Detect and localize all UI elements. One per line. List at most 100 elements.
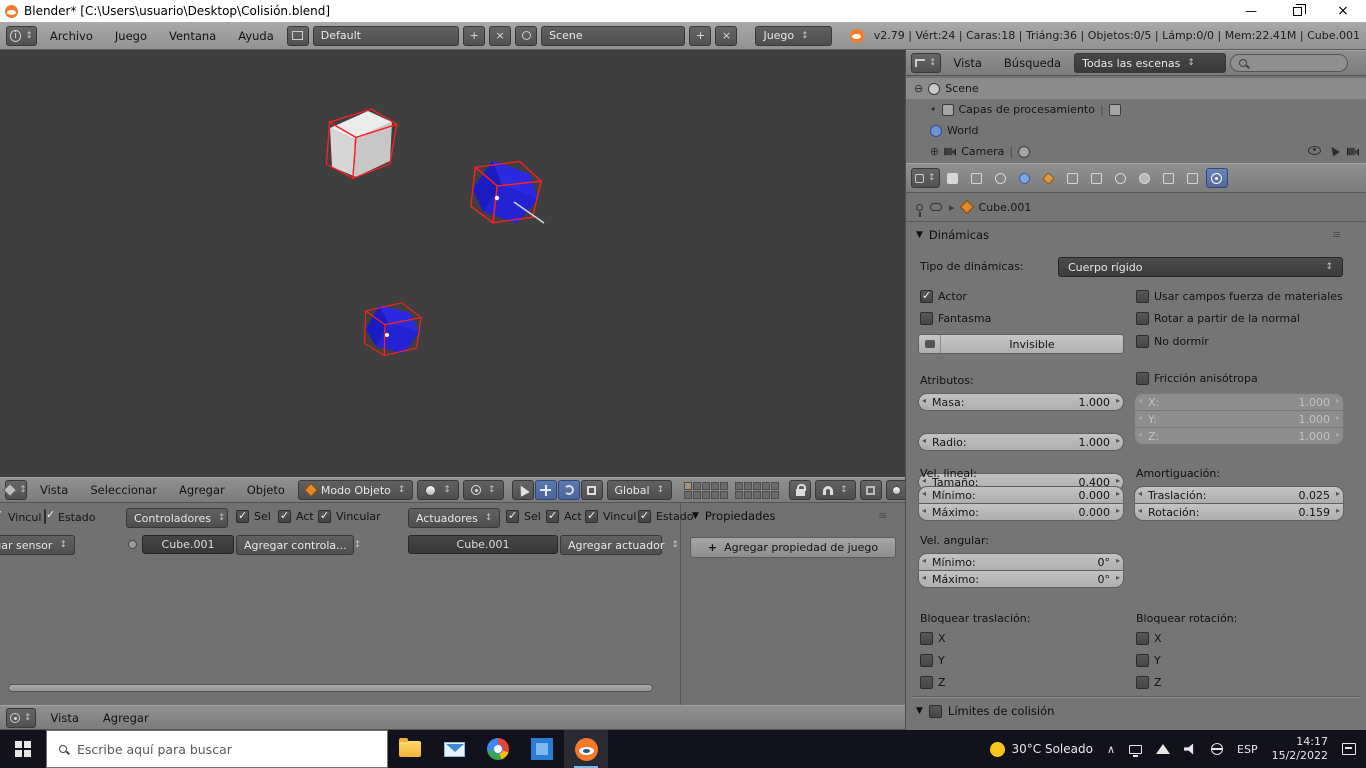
screen-layout-selector[interactable]: Default [312,25,460,46]
tab-material[interactable] [1134,168,1156,188]
horizontal-scrollbar[interactable] [8,684,653,692]
action-center-icon[interactable] [1342,743,1356,755]
taskbar-chrome[interactable] [476,730,520,768]
taskbar-mail[interactable] [432,730,476,768]
snap-increment-button[interactable] [859,480,882,500]
controllers-act[interactable]: Act [278,509,314,523]
outliner-menu-busqueda[interactable]: Búsqueda [995,56,1070,70]
viewport-canvas[interactable] [0,50,905,477]
actuators-vincul[interactable]: Vincul [585,509,636,523]
layout-delete-button[interactable]: × [489,25,512,46]
viewport-editor-selector[interactable]: ↕ [3,480,27,500]
snap-dropdown[interactable] [815,480,856,500]
pivot-dropdown[interactable] [462,480,504,500]
orientation-dropdown[interactable]: Global [606,480,673,500]
tray-chevron-icon[interactable]: ∧ [1107,743,1115,756]
tab-modifiers[interactable] [1086,168,1108,188]
scene-add-button[interactable]: + [689,25,712,46]
cube-blue-1[interactable] [464,151,547,234]
logic-editor[interactable]: Vincul Estado Controladores Sel Act Vinc… [0,503,905,705]
language-indicator[interactable]: ESP [1237,743,1258,756]
tab-scene[interactable] [990,168,1012,188]
collision-bounds-checkbox[interactable] [928,704,942,718]
logic-menu-vista[interactable]: Vista [42,711,88,725]
vp-menu-agregar[interactable]: Agregar [170,483,234,497]
mass-field[interactable]: Masa:1.000 [918,393,1124,411]
tab-particles[interactable] [1182,168,1204,188]
rotate-normal-checkbox[interactable]: Rotar a partir de la normal [1136,312,1300,325]
display-tray-icon[interactable] [1129,744,1143,757]
panel-drag-icon[interactable]: ≡ [878,509,887,522]
controller-object-name[interactable]: Cube.001 [142,535,234,554]
tab-object-data[interactable] [1110,168,1132,188]
tab-texture[interactable] [1158,168,1180,188]
maximize-button[interactable] [1274,0,1320,22]
outliner-row-scene[interactable]: ⊖ Scene [906,78,1366,99]
actuator-object-name[interactable]: Cube.001 [408,535,558,554]
breadcrumb-object-name[interactable]: Cube.001 [979,201,1032,214]
layers-group-2[interactable] [735,481,780,499]
add-actuator-dropdown[interactable]: Agregar actuador [560,535,664,555]
angvel-max-field[interactable]: Máximo:0° [918,570,1124,588]
tab-world[interactable] [1014,168,1036,188]
screen-layout-icon[interactable] [286,25,309,46]
weather-widget[interactable]: 30°C Soleado [989,741,1093,757]
translate-manipulator[interactable] [534,480,557,500]
mode-dropdown[interactable]: Modo Objeto [297,480,414,500]
actuators-sel[interactable]: Sel [506,509,541,523]
damping-rotation-field[interactable]: Rotación:0.159 [1134,503,1344,521]
layers-group-1[interactable] [684,481,729,499]
outliner-row-world[interactable]: World [906,120,1366,141]
damping-translation-field[interactable]: Traslación:0.025 [1134,486,1344,504]
no-sleeping-checkbox[interactable]: No dormir [1136,335,1209,348]
lock-rot-y-checkbox[interactable]: Y [1136,654,1161,667]
controllers-vincular[interactable]: Vincular [318,509,381,523]
logic-editor-selector[interactable]: ↕ [6,707,36,728]
pin-icon[interactable] [916,203,923,217]
close-button[interactable]: × [1320,0,1366,22]
panel-drag-icon[interactable]: ≡ [1332,228,1341,241]
taskbar-photos[interactable] [520,730,564,768]
lock-trans-y-checkbox[interactable]: Y [920,654,945,667]
renderability-camera-icon[interactable] [1347,147,1359,156]
tab-physics[interactable] [1205,168,1228,188]
controllers-sel[interactable]: Sel [236,509,271,523]
rotate-manipulator[interactable] [557,480,580,500]
outliner-menu-vista[interactable]: Vista [945,56,991,70]
viewport-3d[interactable] [0,50,905,477]
lock-trans-z-checkbox[interactable]: Z [920,676,946,689]
controllers-filter-dropdown[interactable]: Controladores [126,508,228,528]
actuators-filter-dropdown[interactable]: Actuadores [408,508,500,528]
cube-white[interactable] [323,104,399,183]
volume-icon[interactable] [1184,743,1194,755]
minimize-button[interactable]: — [1228,0,1274,22]
outliner-row-camera[interactable]: ⊕ Camera | [906,141,1366,162]
tab-render-layers[interactable] [966,168,988,188]
outliner-editor-selector[interactable]: ↕ [911,53,941,73]
selectability-cursor-icon[interactable] [1328,144,1340,156]
taskbar-blender[interactable] [564,730,608,768]
vp-menu-objeto[interactable]: Objeto [238,483,294,497]
material-force-checkbox[interactable]: Usar campos fuerza de materiales [1136,290,1343,303]
collision-bounds-header[interactable]: ▼ Límites de colisión [916,704,1054,718]
outliner-row-renderlayers[interactable]: • Capas de procesamiento | [906,99,1366,120]
cube-blue-2[interactable] [360,297,425,362]
manipulator-toggle[interactable] [511,480,534,500]
engine-selector[interactable]: Juego [755,25,832,46]
lock-rot-z-checkbox[interactable]: Z [1136,676,1162,689]
scene-delete-button[interactable]: × [715,25,738,46]
linvel-min-field[interactable]: Mínimo:0.000 [918,486,1124,504]
taskbar-explorer[interactable] [388,730,432,768]
menu-ayuda[interactable]: Ayuda [229,29,283,43]
network-icon[interactable] [1156,744,1171,754]
expander-icon[interactable]: ⊖ [914,82,923,95]
angvel-min-field[interactable]: Mínimo:0° [918,553,1124,571]
outliner-search-input[interactable] [1230,54,1349,72]
dynamics-type-dropdown[interactable]: Cuerpo rígido [1058,257,1343,277]
scale-manipulator[interactable] [580,480,603,500]
scene-selector[interactable]: Scene [541,25,686,46]
lock-rot-x-checkbox[interactable]: X [1136,632,1162,645]
ghost-checkbox[interactable]: Fantasma [920,312,991,325]
menu-juego[interactable]: Juego [106,29,156,43]
game-properties-header[interactable]: ▼ Propiedades [692,509,775,523]
